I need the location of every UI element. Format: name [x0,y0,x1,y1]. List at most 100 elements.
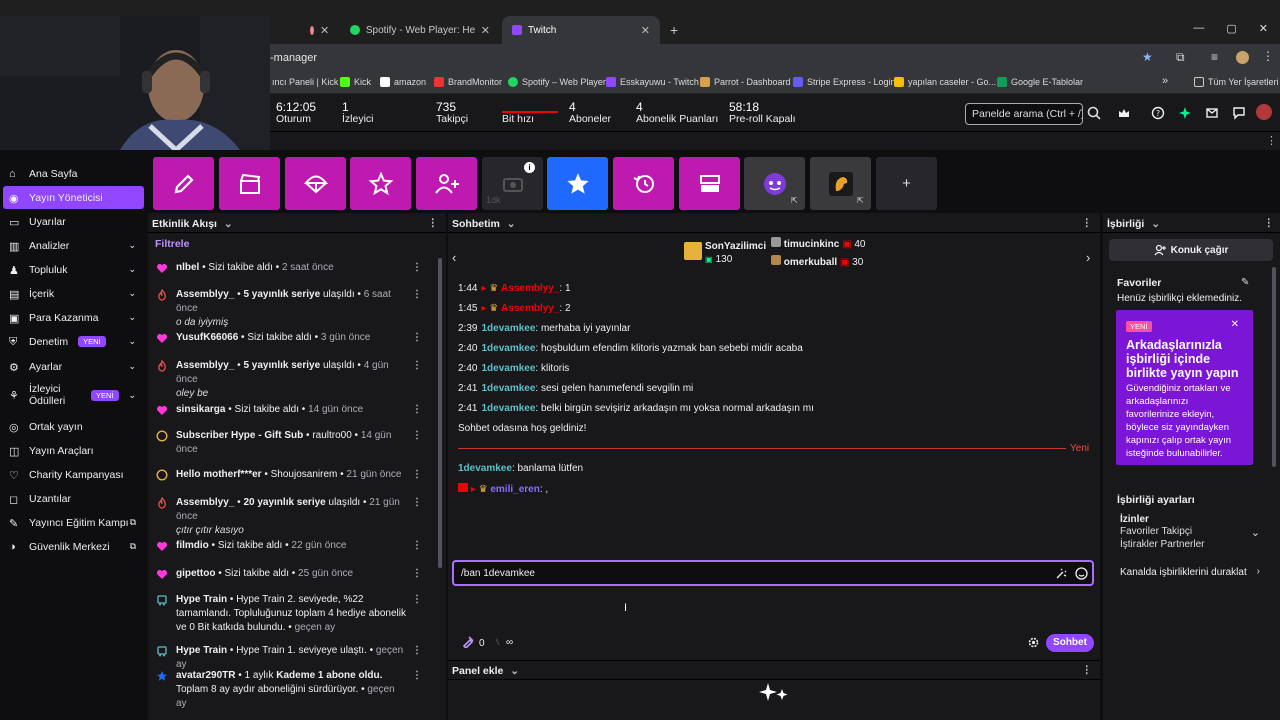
inbox-icon[interactable] [1205,106,1219,120]
pause-collab-row[interactable]: Kanalda işbirliklerini duraklat › [1120,566,1260,578]
chevron-down-icon[interactable]: ⌄ [507,218,516,230]
more-options-icon[interactable]: ⋮ [412,644,422,658]
user-avatar[interactable] [1256,104,1272,120]
bookmark-item[interactable]: amazon [380,77,426,87]
dashboard-search-input[interactable]: Panelde arama (Ctrl + /) [965,103,1083,125]
panel-menu-icon[interactable]: ⋮ [1266,134,1277,147]
leaderboard-prev-icon[interactable]: ‹ [452,250,456,265]
sidebar-item-ayarlar[interactable]: ⚙ Ayarlar ⌄ [3,355,144,378]
sidebar-item-denetim[interactable]: ⛨ Denetim YENİ ⌄ [3,330,144,353]
quick-action-rewind[interactable] [613,157,674,210]
more-options-icon[interactable]: ⋮ [1082,217,1093,229]
permissions-row[interactable]: İzinler Favoriler Takipçi İştirakler Par… [1120,514,1260,551]
more-options-icon[interactable]: ⋮ [412,331,422,345]
bookmark-star-icon[interactable]: ★ [1142,50,1153,64]
chat-message[interactable]: 2:41 1devamkee: sesi gelen hanımefendi se… [458,383,693,394]
quick-action-highlight[interactable] [350,157,411,210]
sidebar-item-ortak-yayın[interactable]: ◎ Ortak yayın [3,415,144,438]
sidebar-item-yayıncı-eğitim-kampı[interactable]: ✎ Yayıncı Eğitim Kampı ⧉ [3,511,144,534]
more-options-icon[interactable]: ⋮ [412,496,422,510]
more-options-icon[interactable]: ⋮ [412,359,422,373]
profile-avatar[interactable] [1236,51,1249,64]
bookmark-item[interactable]: BrandMonitor [434,77,502,87]
add-quick-action-button[interactable]: + [876,157,937,210]
quick-action-layout[interactable] [679,157,740,210]
quick-action-clip[interactable] [219,157,280,210]
close-icon[interactable]: ✕ [320,24,329,37]
chevron-down-icon[interactable]: ⌄ [224,218,233,230]
crown-icon[interactable] [1117,106,1131,120]
filter-link[interactable]: Filtrele [155,238,189,250]
close-icon[interactable]: ✕ [641,24,650,37]
quick-action-extension-1[interactable]: ⇱ [744,157,805,210]
emote-picker-icon[interactable] [1075,567,1088,580]
more-options-icon[interactable]: ⋮ [412,669,422,683]
search-icon[interactable] [1087,106,1101,120]
more-options-icon[interactable]: ⋮ [412,593,422,607]
more-options-icon[interactable]: ⋮ [412,468,422,482]
bookmark-item[interactable]: yapılan caseler - Go... [894,77,996,87]
bookmarks-overflow[interactable]: » [1162,75,1168,87]
leaderboard-next-icon[interactable]: › [1086,250,1090,265]
quick-action-ad-disabled[interactable]: i 1dk [482,157,543,210]
activity-item[interactable]: ⋮ gipettoo • Sizi takibe aldı • 25 gün ön… [148,567,432,581]
send-chat-button[interactable]: Sohbet [1046,634,1094,652]
more-options-icon[interactable]: ⋮ [1082,664,1093,676]
activity-item[interactable]: ⋮ Assemblyy_ • 5 yayınlık seriye ulaşıldı… [148,288,432,330]
sidebar-item-i-zleyici-ödülleri[interactable]: ⚘ İzleyici Ödülleri YENİ ⌄ [3,380,144,410]
chat-username[interactable]: 1devamkee [481,323,535,334]
chat-message[interactable]: 1:45 ▸ ♛ Assemblyy_: 2 [458,303,571,314]
quick-action-extension-2[interactable]: ⇱ [810,157,871,210]
chat-username[interactable]: 1devamkee [481,383,535,394]
sidebar-item-para-kazanma[interactable]: ▣ Para Kazanma ⌄ [3,306,144,329]
quick-action-add-mod[interactable] [416,157,477,210]
quick-action-raid[interactable] [285,157,346,210]
sidebar-item-uzantılar[interactable]: ◻ Uzantılar [3,487,144,510]
sidebar-item-yayın-araçları[interactable]: ◫ Yayın Araçları [3,439,144,462]
panel-add-label[interactable]: Panel ekle [452,665,503,677]
activity-item[interactable]: ⋮ Hype Train • Hype Train 2. seviyede, %2… [148,593,432,635]
all-bookmarks[interactable]: Tüm Yer İşaretleri [1194,77,1279,87]
chat-message[interactable]: 2:40 1devamkee: hoşbuldum efendim klitori… [458,343,803,354]
bookmark-item[interactable]: Google E-Tablolar [997,77,1083,87]
browser-tab-recording[interactable]: ✕ [300,16,338,44]
activity-item[interactable]: ⋮ YusufK66066 • Sizi takibe aldı • 3 gün … [148,331,432,345]
extensions-icon[interactable]: ⧉ [1176,50,1185,65]
quick-action-favorite[interactable] [547,157,608,210]
chat-username[interactable]: Assemblyy_ [501,283,559,294]
more-options-icon[interactable]: ⋮ [412,261,422,275]
activity-item[interactable]: ⋮ filmdio • Sizi takibe aldı • 22 gün önc… [148,539,432,553]
activity-item[interactable]: ⋮ avatar290TR • 1 aylık Kademe 1 abone ol… [148,669,432,711]
close-icon[interactable]: ✕ [481,24,490,37]
activity-item[interactable]: ⋮ nlbel • Sizi takibe aldı • 2 saat önce [148,261,432,275]
sidebar-item-yayın-yöneticisi[interactable]: ◉ Yayın Yöneticisi [3,186,144,209]
sidebar-item-analizler[interactable]: ▥ Analizler ⌄ [3,234,144,257]
quick-action-edit-stream-info[interactable] [153,157,214,210]
more-options-icon[interactable]: ⋮ [428,217,439,229]
sidebar-item-uyarılar[interactable]: ▭ Uyarılar [3,210,144,233]
chat-username[interactable]: 1devamkee [481,363,535,374]
more-options-icon[interactable]: ⋮ [412,539,422,553]
maximize-icon[interactable]: ▢ [1226,22,1236,35]
chat-username[interactable]: 1devamkee [481,403,535,414]
bookmark-item[interactable]: Kick [340,77,371,87]
collab-scrollbar[interactable] [1272,267,1276,467]
bookmark-item[interactable]: Stripe Express - Login [793,77,896,87]
activity-item[interactable]: ⋮ Subscriber Hype - Gift Sub • raultro00 … [148,429,432,457]
chat-message[interactable]: 1devamkee: banlama lütfen [458,463,583,474]
whispers-icon[interactable] [1232,106,1246,120]
chat-username[interactable]: Assemblyy_ [501,303,559,314]
channel-points-icon[interactable] [462,636,474,648]
browser-tab-twitch[interactable]: Twitch ✕ [502,16,660,44]
chat-effects-icon[interactable] [1055,568,1067,580]
chat-message[interactable]: 1:44 ▸ ♛ Assemblyy_: 1 [458,283,571,294]
chat-input[interactable]: /ban 1devamkee [452,560,1094,586]
bookmark-item[interactable]: Parrot - Dashboard [700,77,791,87]
chat-message[interactable]: 2:39 1devamkee: merhaba iyi yayınlar [458,323,630,334]
activity-item[interactable]: ⋮ Hello motherf***er • Shoujosanirem • 21… [148,468,432,482]
sidebar-item-ana-sayfa[interactable]: ⌂ Ana Sayfa [3,162,144,185]
chevron-down-icon[interactable]: ⌄ [1151,218,1160,230]
chat-message[interactable]: ▸ ♛ emili_eren: , [458,483,548,495]
more-options-icon[interactable]: ⋮ [412,567,422,581]
new-tab-button[interactable]: + [660,16,688,44]
